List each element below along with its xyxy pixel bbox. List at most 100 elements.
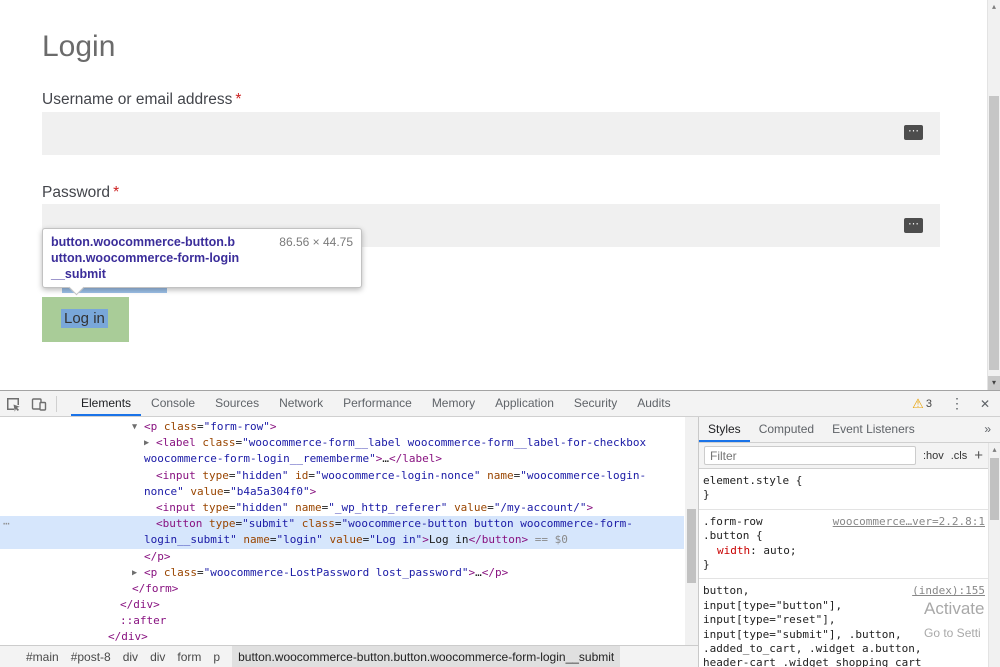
style-rule-close-brace: } <box>703 558 984 572</box>
inspect-tooltip: button.woocommerce-button.b 86.56 × 44.7… <box>42 228 362 288</box>
tree-line[interactable]: </div> <box>0 597 684 613</box>
tabs-overflow-icon[interactable]: » <box>975 417 1000 442</box>
breadcrumb-item[interactable]: form <box>177 646 201 667</box>
username-label: Username or email address* <box>42 91 241 109</box>
tab-styles[interactable]: Styles <box>699 417 750 442</box>
styles-filter-input[interactable] <box>704 446 916 465</box>
collapsed-arrow-icon[interactable]: ▶ <box>132 565 137 581</box>
login-button-label: Log in <box>61 309 108 328</box>
tab-application[interactable]: Application <box>485 391 564 416</box>
tree-line[interactable]: ▶<p class="woocommerce-LostPassword lost… <box>0 565 684 581</box>
breadcrumb-item-selected[interactable]: button.woocommerce-button.button.woocomm… <box>232 646 620 667</box>
tree-line[interactable]: <button type="submit" class="woocommerce… <box>0 516 684 532</box>
style-selector-line[interactable]: input[type="submit"], .button, <box>703 628 984 642</box>
tab-security[interactable]: Security <box>564 391 627 416</box>
elements-scrollbar-thumb[interactable] <box>687 509 696 583</box>
password-label-text: Password <box>42 184 110 201</box>
tab-audits[interactable]: Audits <box>627 391 680 416</box>
breadcrumb-item[interactable]: #main <box>26 646 59 667</box>
tab-performance[interactable]: Performance <box>333 391 422 416</box>
styles-scrollbar[interactable]: ▴ <box>988 443 1000 667</box>
tree-line[interactable]: ▼<p class="form-row"> <box>0 419 684 435</box>
required-asterisk: * <box>235 91 241 108</box>
breadcrumb-item[interactable]: div <box>150 646 165 667</box>
styles-filter-bar: :hov .cls + <box>699 443 1000 469</box>
tree-line[interactable]: </div> <box>0 629 684 645</box>
styles-pane: StylesComputedEvent Listeners » :hov .cls… <box>699 417 1000 667</box>
styles-pane-tabs: StylesComputedEvent Listeners » <box>699 417 1000 443</box>
devtools-toolbar: ElementsConsoleSourcesNetworkPerformance… <box>0 391 1000 417</box>
scroll-up-icon[interactable]: ▴ <box>989 443 1000 457</box>
style-selector-line[interactable]: .added_to_cart, .widget a.button, <box>703 642 984 656</box>
collapsed-arrow-icon[interactable]: ▶ <box>144 435 149 451</box>
username-input[interactable] <box>42 112 940 155</box>
login-button[interactable]: Log in <box>42 297 129 342</box>
style-property[interactable]: width: auto; <box>703 544 984 558</box>
breadcrumb-item[interactable]: #post-8 <box>71 646 111 667</box>
element-classes-toggle[interactable]: .cls <box>951 450 968 462</box>
new-style-rule-icon[interactable]: + <box>974 447 983 464</box>
tab-event-listeners[interactable]: Event Listeners <box>823 417 924 442</box>
style-selector-line[interactable]: element.style { <box>703 474 984 488</box>
toolbar-separator <box>56 396 57 412</box>
style-selector-line[interactable]: input[type="button"], <box>703 599 984 613</box>
tree-line[interactable]: ::after <box>0 613 684 629</box>
devtools-close-icon[interactable]: ✕ <box>972 397 998 411</box>
tab-network[interactable]: Network <box>269 391 333 416</box>
devtools-body: ▼<p class="form-row">▶<label class="wooc… <box>0 417 1000 667</box>
tooltip-dimensions: 86.56 × 44.75 <box>279 234 353 250</box>
stylesheet-source-link[interactable]: (index):155 <box>912 584 985 598</box>
selected-tree-node[interactable]: ⋯<button type="submit" class="woocommerc… <box>0 516 684 548</box>
breadcrumb: #main#post-8divdivformpbutton.woocommerc… <box>0 645 698 667</box>
required-asterisk: * <box>113 184 119 201</box>
tree-line[interactable]: nonce" value="b4a5a304f0"> <box>0 484 684 500</box>
tab-memory[interactable]: Memory <box>422 391 485 416</box>
console-warnings-badge[interactable]: ⚠ 3 <box>912 396 932 412</box>
style-rule: woocommerce…ver=2.2.8:1.form-row.button … <box>699 510 988 580</box>
tree-line[interactable]: woocommerce-form-login__rememberme">…</l… <box>0 451 684 467</box>
style-selector-line[interactable]: input[type="reset"], <box>703 613 984 627</box>
tooltip-selector-line: button.woocommerce-button.b <box>51 234 235 250</box>
browser-window: Login Username or email address* ⋯ Passw… <box>0 0 1000 667</box>
tree-line[interactable]: <input type="hidden" id="woocommerce-log… <box>0 468 684 484</box>
scroll-down-icon[interactable]: ▾ <box>988 376 1000 390</box>
styles-content: element.style {}woocommerce…ver=2.2.8:1.… <box>699 469 988 667</box>
stylesheet-source-link[interactable]: woocommerce…ver=2.2.8:1 <box>833 515 985 529</box>
dom-tree: ▼<p class="form-row">▶<label class="wooc… <box>0 417 684 645</box>
style-rule: element.style {} <box>699 469 988 510</box>
page-scrollbar[interactable]: ▴ ▾ <box>987 0 1000 390</box>
tree-line[interactable]: ▶<label class="woocommerce-form__label w… <box>0 435 684 451</box>
tab-computed[interactable]: Computed <box>750 417 823 442</box>
tab-console[interactable]: Console <box>141 391 205 416</box>
style-rule: (index):155button,input[type="button"],i… <box>699 579 988 667</box>
inspect-element-icon[interactable] <box>0 391 26 416</box>
breadcrumb-item[interactable]: div <box>123 646 138 667</box>
expanded-arrow-icon[interactable]: ▼ <box>132 419 137 435</box>
tab-sources[interactable]: Sources <box>205 391 269 416</box>
elements-scrollbar[interactable] <box>685 417 698 645</box>
tree-line[interactable]: </form> <box>0 581 684 597</box>
password-label: Password* <box>42 184 119 202</box>
autofill-icon[interactable]: ⋯ <box>904 125 923 140</box>
page-viewport: Login Username or email address* ⋯ Passw… <box>0 0 1000 390</box>
tree-line[interactable]: </p> <box>0 549 684 565</box>
devtools-panel: ElementsConsoleSourcesNetworkPerformance… <box>0 390 1000 667</box>
tooltip-selector-line: __submit <box>51 266 353 282</box>
style-selector-line[interactable]: header-cart .widget_shopping_cart <box>703 656 984 667</box>
page-scrollbar-thumb[interactable] <box>989 96 999 370</box>
scroll-up-icon[interactable]: ▴ <box>988 0 1000 14</box>
elements-pane: ▼<p class="form-row">▶<label class="wooc… <box>0 417 699 667</box>
username-label-text: Username or email address <box>42 91 232 108</box>
tooltip-selector-line: utton.woocommerce-form-login <box>51 250 353 266</box>
pseudo-state-toggle[interactable]: :hov <box>923 450 944 462</box>
tab-elements[interactable]: Elements <box>71 391 141 416</box>
device-toolbar-icon[interactable] <box>26 391 52 416</box>
devtools-menu-icon[interactable]: ⋮ <box>942 395 972 412</box>
tree-line[interactable]: login__submit" name="login" value="Log i… <box>0 532 684 548</box>
styles-scrollbar-thumb[interactable] <box>990 458 999 520</box>
autofill-icon[interactable]: ⋯ <box>904 218 923 233</box>
devtools-tabs: ElementsConsoleSourcesNetworkPerformance… <box>71 391 681 416</box>
style-selector-line[interactable]: .button { <box>703 529 984 543</box>
breadcrumb-item[interactable]: p <box>213 646 220 667</box>
tree-line[interactable]: <input type="hidden" name="_wp_http_refe… <box>0 500 684 516</box>
